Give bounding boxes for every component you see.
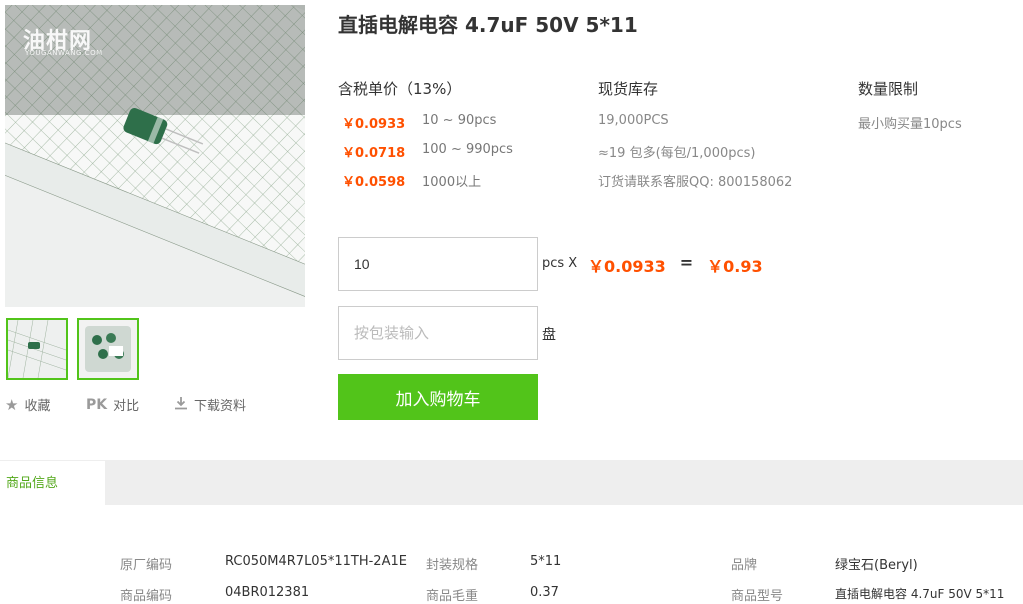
info-label: 品牌	[731, 558, 758, 573]
tier-range: 100 ~ 990pcs	[422, 142, 513, 157]
package-input[interactable]	[338, 306, 538, 360]
info-value: 5*11	[530, 554, 562, 569]
compare-action[interactable]: PK 对比	[86, 395, 140, 415]
info-value: 直插电解电容 4.7uF 50V 5*11	[835, 587, 1005, 601]
download-icon	[174, 396, 188, 414]
product-title: 直插电解电容 4.7uF 50V 5*11	[338, 13, 638, 37]
info-label: 商品型号	[731, 589, 784, 604]
info-value: 绿宝石(Beryl)	[835, 558, 918, 573]
tier-price: ￥0.0933	[342, 117, 406, 132]
tier-price: ￥0.0598	[342, 175, 406, 190]
unit-price: ￥0.0933	[588, 257, 666, 276]
favorite-action[interactable]: ★ 收藏	[5, 395, 51, 415]
compare-label: 对比	[113, 399, 140, 414]
info-label: 原厂编码	[120, 558, 173, 573]
tab-product-info[interactable]: 商品信息	[0, 460, 105, 506]
equals-sign: =	[679, 253, 694, 272]
min-purchase: 最小购买量10pcs	[858, 117, 962, 132]
price-tier: ￥0.0718 100 ~ 990pcs	[342, 142, 513, 161]
download-label: 下载资料	[194, 399, 247, 414]
product-main-image[interactable]: 油柑网 YOUGANWANG.COM	[5, 5, 305, 307]
quantity-unit: pcs X	[542, 256, 578, 271]
add-to-cart-button[interactable]: 加入购物车	[338, 374, 538, 420]
tier-range: 1000以上	[422, 175, 482, 190]
tab-bar: 商品信息	[0, 460, 1023, 506]
package-unit: 盘	[542, 327, 556, 343]
price-calculation: ￥0.0933 = ￥0.93	[588, 253, 763, 277]
info-label: 封装规格	[426, 558, 479, 573]
tier-price: ￥0.0718	[342, 146, 406, 161]
download-action[interactable]: 下载资料	[174, 395, 246, 414]
info-label: 商品编码	[120, 589, 173, 604]
stock-column-header: 现货库存	[598, 80, 659, 98]
favorite-label: 收藏	[24, 399, 51, 414]
tier-range: 10 ~ 90pcs	[422, 113, 497, 128]
price-tier: ￥0.0598 1000以上	[342, 171, 481, 190]
info-value: 0.37	[530, 585, 559, 600]
price-column-header: 含税单价（13%）	[338, 80, 462, 98]
quantity-input[interactable]	[338, 237, 538, 291]
pk-icon: PK	[86, 396, 108, 413]
info-value: RC050M4R7L05*11TH-2A1E	[225, 554, 407, 569]
limit-column-header: 数量限制	[858, 80, 919, 98]
order-contact: 订货请联系客服QQ: 800158062	[598, 175, 793, 190]
thumbnail-1[interactable]	[6, 318, 68, 380]
thumbnail-2-image	[79, 320, 137, 378]
thumbnail-1-image	[8, 320, 66, 378]
star-icon: ★	[5, 395, 19, 414]
info-label: 商品毛重	[426, 589, 479, 604]
stock-quantity: 19,000PCS	[598, 113, 669, 128]
price-tier: ￥0.0933 10 ~ 90pcs	[342, 113, 496, 132]
stock-packages: ≈19 包多(每包/1,000pcs)	[598, 146, 756, 161]
thumbnail-2[interactable]	[77, 318, 139, 380]
watermark-url: YOUGANWANG.COM	[25, 49, 103, 57]
total-price: ￥0.93	[707, 257, 763, 276]
info-value: 04BR012381	[225, 585, 310, 600]
